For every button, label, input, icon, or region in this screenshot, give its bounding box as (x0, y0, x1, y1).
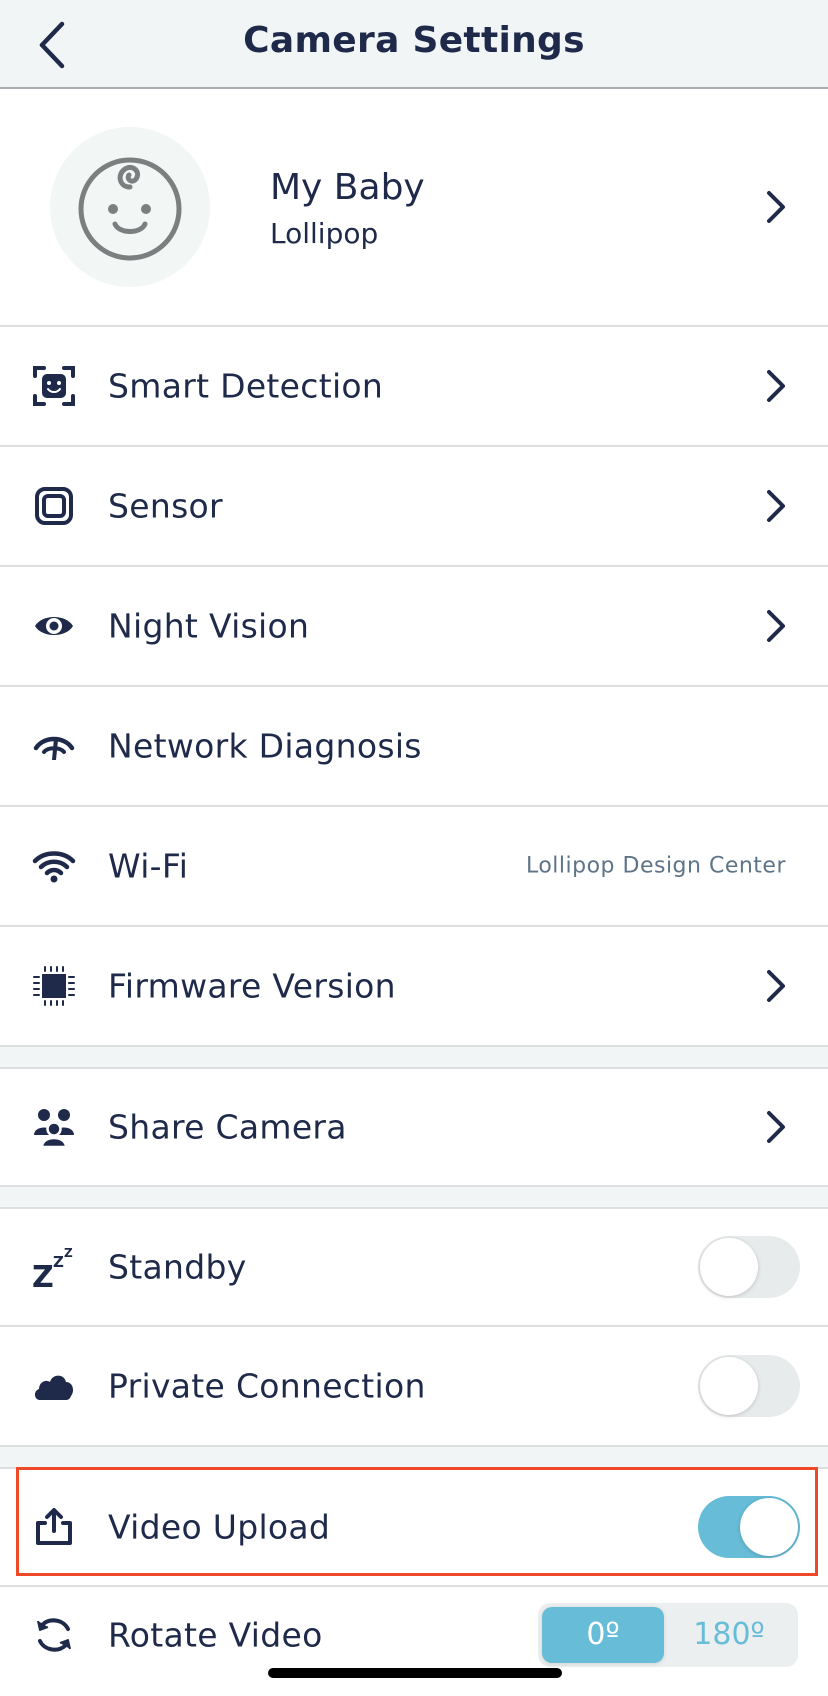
chevron-right-icon (767, 1111, 785, 1143)
standby-toggle[interactable] (698, 1236, 800, 1298)
svg-text:Z: Z (64, 1246, 73, 1260)
cloud-icon (34, 1375, 74, 1400)
section-divider (0, 1047, 828, 1069)
chevron-right-icon (767, 970, 785, 1002)
setting-label: Sensor (108, 486, 223, 526)
toggle-knob (700, 1357, 758, 1415)
rotate-option-0[interactable]: 0º (542, 1606, 664, 1663)
setting-label: Network Diagnosis (108, 726, 422, 766)
chevron-right-icon (767, 370, 785, 402)
nav-header: Camera Settings (0, 0, 828, 89)
setting-row-standby: Z Z Z Standby (0, 1209, 828, 1327)
setting-label: Wi-Fi (108, 846, 189, 886)
setting-label: Firmware Version (108, 966, 396, 1006)
wifi-icon (32, 851, 76, 883)
page-title: Camera Settings (243, 20, 585, 61)
face-scan-icon (33, 366, 75, 406)
setting-label: Video Upload (108, 1507, 331, 1547)
camera-name: My Baby (270, 167, 425, 208)
speedometer-icon (33, 736, 75, 760)
setting-row-sensor[interactable]: Sensor (0, 447, 828, 567)
setting-row-private-connection: Private Connection (0, 1327, 828, 1447)
setting-row-rotate-video: Rotate Video 0º 180º (0, 1587, 828, 1696)
rotate-segmented-control: 0º 180º (538, 1602, 798, 1667)
setting-label: Smart Detection (108, 366, 384, 406)
section-divider (0, 1447, 828, 1469)
home-indicator[interactable] (268, 1668, 562, 1678)
video-upload-toggle[interactable] (698, 1496, 800, 1558)
wifi-network-name: Lollipop Design Center (525, 853, 786, 879)
baby-face-icon (78, 157, 182, 261)
sleep-zzz-icon: Z Z Z (32, 1246, 73, 1289)
setting-row-share-camera[interactable]: Share Camera (0, 1069, 828, 1187)
setting-row-video-upload: Video Upload (0, 1469, 828, 1587)
setting-row-wifi[interactable]: Wi-Fi Lollipop Design Center (0, 807, 828, 927)
toggle-knob (700, 1238, 758, 1296)
sensor-icon (35, 487, 73, 525)
chevron-right-icon (767, 191, 785, 223)
chevron-right-icon (767, 490, 785, 522)
setting-label: Standby (108, 1247, 247, 1287)
svg-text:Z: Z (53, 1253, 64, 1271)
avatar (50, 127, 210, 287)
camera-model: Lollipop (270, 217, 379, 250)
rotate-icon (37, 1618, 71, 1652)
setting-row-night-vision[interactable]: Night Vision (0, 567, 828, 687)
svg-text:Z: Z (32, 1260, 54, 1289)
setting-label: Private Connection (108, 1366, 426, 1406)
setting-row-smart-detection[interactable]: Smart Detection (0, 327, 828, 447)
private-connection-toggle[interactable] (698, 1355, 800, 1417)
chevron-right-icon (767, 610, 785, 642)
rotate-option-180[interactable]: 180º (668, 1607, 790, 1663)
setting-row-network-diagnosis[interactable]: Network Diagnosis (0, 687, 828, 807)
eye-icon (35, 617, 73, 635)
setting-label: Night Vision (108, 606, 310, 646)
chip-icon (33, 966, 75, 1006)
section-divider (0, 1187, 828, 1209)
users-icon (34, 1109, 74, 1149)
camera-profile-row[interactable]: My Baby Lollipop (0, 89, 828, 327)
setting-row-firmware-version[interactable]: Firmware Version (0, 927, 828, 1047)
upload-icon (36, 1508, 72, 1545)
setting-label: Share Camera (108, 1107, 347, 1147)
toggle-knob (740, 1498, 798, 1556)
setting-label: Rotate Video (108, 1615, 323, 1655)
